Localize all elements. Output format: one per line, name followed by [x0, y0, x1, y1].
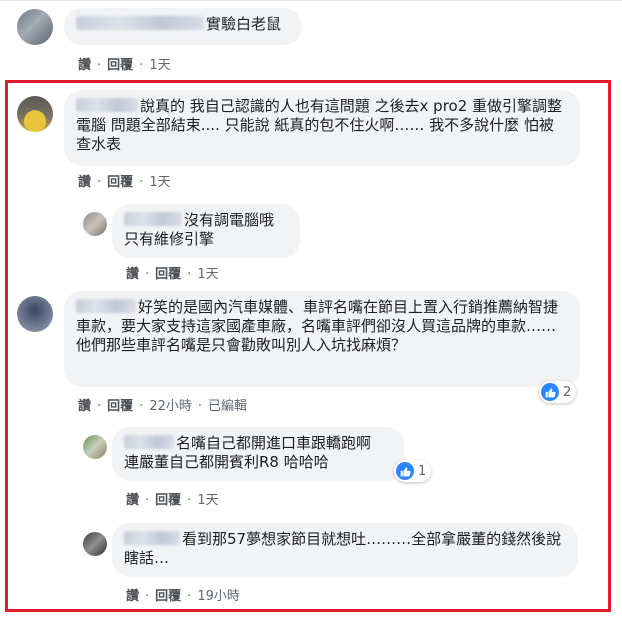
- comment-actions: 讚 · 回覆 · 22小時 · 已編輯: [78, 399, 248, 414]
- avatar[interactable]: [83, 532, 107, 556]
- avatar[interactable]: [17, 9, 53, 45]
- comment-bubble: 好笑的是國內汽車媒體、車評名嘴在節目上置入行銷推薦納智捷車款，要大家支持這家國產…: [64, 291, 580, 387]
- blurred-author-name[interactable]: [76, 299, 136, 313]
- blurred-author-name[interactable]: [124, 435, 174, 449]
- comment-actions: 讚 · 回覆 · 1天: [78, 58, 171, 73]
- reply-actions: 讚 · 回覆 · 1天: [126, 493, 219, 508]
- timestamp[interactable]: 1天: [149, 175, 170, 190]
- like-link[interactable]: 讚: [78, 399, 91, 414]
- avatar[interactable]: [17, 296, 53, 332]
- top-divider: [0, 0, 622, 1]
- like-link[interactable]: 讚: [126, 493, 139, 508]
- reply-bubble: 名嘴自己都開進口車跟轎跑啊 連嚴董自己都開賓利R8 哈哈哈: [112, 427, 404, 481]
- timestamp[interactable]: 1天: [149, 58, 170, 73]
- comment-text: 實驗白老鼠: [206, 15, 282, 33]
- reply-link[interactable]: 回覆: [107, 399, 133, 414]
- like-link[interactable]: 讚: [78, 175, 91, 190]
- reaction-number: 2: [563, 384, 572, 400]
- reply-actions: 讚 · 回覆 · 19小時: [126, 589, 240, 604]
- avatar[interactable]: [83, 435, 107, 459]
- timestamp[interactable]: 22小時: [149, 399, 192, 414]
- reply-link[interactable]: 回覆: [155, 267, 181, 282]
- reply-link[interactable]: 回覆: [107, 175, 133, 190]
- reaction-count[interactable]: 1: [394, 460, 432, 482]
- comment-actions: 讚 · 回覆 · 1天: [78, 175, 171, 190]
- blurred-author-name[interactable]: [76, 16, 204, 30]
- reply-actions: 讚 · 回覆 · 1天: [126, 267, 219, 282]
- reply-link[interactable]: 回覆: [155, 493, 181, 508]
- avatar[interactable]: [83, 212, 107, 236]
- timestamp[interactable]: 19小時: [197, 589, 240, 604]
- comment-text: 說真的 我自己認識的人也有這問題 之後去x pro2 重做引擎調整電腦 問題全部…: [76, 97, 563, 153]
- timestamp[interactable]: 1天: [197, 493, 218, 508]
- comment-text: 看到那57夢想家節目就想吐………全部拿嚴董的錢然後說瞎話…: [124, 530, 562, 567]
- like-link[interactable]: 讚: [78, 58, 91, 73]
- comment-text: 好笑的是國內汽車媒體、車評名嘴在節目上置入行銷推薦納智捷車款，要大家支持這家國產…: [76, 298, 559, 354]
- reaction-count[interactable]: 2: [539, 381, 577, 403]
- avatar[interactable]: [17, 96, 53, 132]
- timestamp[interactable]: 1天: [197, 267, 218, 282]
- reply-bubble: 看到那57夢想家節目就想吐………全部拿嚴董的錢然後說瞎話…: [112, 523, 578, 577]
- like-link[interactable]: 讚: [126, 267, 139, 282]
- blurred-author-name[interactable]: [76, 98, 138, 112]
- reply-bubble: 沒有調電腦哦 只有維修引擎: [112, 204, 300, 258]
- thumbs-up-icon: [396, 462, 414, 480]
- blurred-author-name[interactable]: [124, 212, 182, 226]
- reply-link[interactable]: 回覆: [107, 58, 133, 73]
- blurred-author-name[interactable]: [124, 531, 180, 545]
- comment-bubble: 實驗白老鼠: [64, 8, 302, 45]
- edited-label[interactable]: 已編輯: [208, 399, 247, 414]
- comment-bubble: 說真的 我自己認識的人也有這問題 之後去x pro2 重做引擎調整電腦 問題全部…: [64, 90, 580, 166]
- reaction-number: 1: [418, 463, 427, 479]
- thumbs-up-icon: [541, 383, 559, 401]
- reply-link[interactable]: 回覆: [155, 589, 181, 604]
- like-link[interactable]: 讚: [126, 589, 139, 604]
